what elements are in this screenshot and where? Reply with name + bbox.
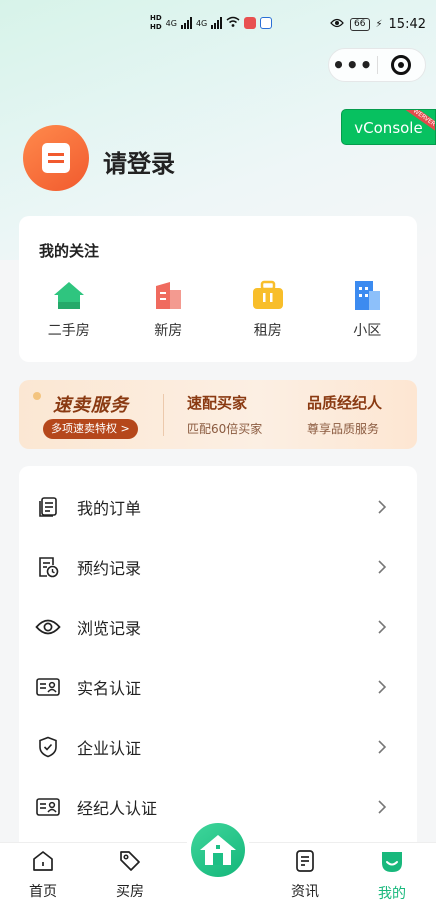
banner-col2-sub: 匹配60倍买家 bbox=[187, 422, 263, 436]
chevron-right-icon bbox=[377, 559, 387, 579]
center-home-button[interactable] bbox=[186, 818, 250, 882]
id-card-icon bbox=[35, 674, 61, 700]
menu-item-label: 经纪人认证 bbox=[77, 799, 158, 818]
vconsole-label: vConsole bbox=[354, 119, 423, 137]
orders-icon bbox=[35, 494, 61, 520]
login-prompt[interactable]: 请登录 bbox=[103, 144, 175, 179]
status-bar: HD HD 4G 4G 66 ⚡ 15:42 bbox=[0, 0, 436, 50]
follow-item-rent[interactable]: 租房 bbox=[218, 278, 318, 340]
tab-home[interactable]: 首页 bbox=[13, 849, 73, 900]
chevron-right-icon bbox=[377, 739, 387, 759]
chevron-right-icon bbox=[377, 619, 387, 639]
agent-card-icon bbox=[35, 794, 61, 820]
chevron-right-icon bbox=[377, 799, 387, 819]
banner-divider bbox=[163, 394, 164, 436]
banner-col3-sub: 尊享品质服务 bbox=[307, 422, 380, 436]
tab-buy[interactable]: 买房 bbox=[100, 849, 160, 900]
chevron-right-icon bbox=[377, 679, 387, 699]
menu-item-history[interactable]: 浏览记录 bbox=[19, 597, 417, 657]
menu-item-realname[interactable]: 实名认证 bbox=[19, 657, 417, 717]
app-notification-icon-2 bbox=[260, 17, 273, 29]
hd-indicator: HD HD bbox=[150, 14, 162, 31]
eye-icon bbox=[35, 614, 61, 640]
quick-sale-banner[interactable]: 速卖服务 多项速卖特权 > 速配买家 匹配60倍买家 品质经纪人 尊享品质服务 bbox=[19, 380, 417, 449]
menu-item-label: 预约记录 bbox=[77, 559, 142, 578]
follow-item-label: 租房 bbox=[253, 323, 282, 339]
eye-status-icon bbox=[330, 17, 344, 32]
status-time: 15:42 bbox=[388, 17, 426, 32]
follow-card: 我的关注 二手房 新房 租房 小区 bbox=[19, 216, 417, 362]
briefcase-icon bbox=[250, 278, 286, 312]
profile-icon bbox=[379, 849, 405, 879]
tab-news[interactable]: 资讯 bbox=[275, 849, 335, 900]
building-icon bbox=[150, 278, 186, 312]
target-icon bbox=[391, 55, 412, 75]
follow-item-community[interactable]: 小区 bbox=[318, 278, 418, 340]
tab-label: 我的 bbox=[378, 886, 406, 900]
vconsole-button[interactable]: vConsole WERVER bbox=[341, 109, 436, 145]
banner-decoration bbox=[33, 392, 41, 400]
miniprogram-capsule: ••• bbox=[328, 48, 426, 82]
tab-label: 买房 bbox=[116, 884, 144, 900]
banner-col3-title: 品质经纪人 bbox=[307, 394, 383, 412]
community-icon bbox=[349, 278, 385, 312]
tab-mine[interactable]: 我的 bbox=[362, 849, 422, 900]
house-icon bbox=[51, 278, 87, 312]
chevron-right-icon bbox=[377, 499, 387, 519]
signal-icon-2 bbox=[211, 17, 223, 29]
tag-icon bbox=[118, 849, 142, 877]
follow-item-label: 新房 bbox=[154, 323, 183, 339]
tab-label: 首页 bbox=[29, 884, 57, 900]
follow-item-label: 二手房 bbox=[47, 323, 90, 339]
home-icon bbox=[31, 849, 55, 877]
signal-icon bbox=[180, 17, 192, 29]
app-notification-icon bbox=[244, 17, 257, 29]
menu-item-orders[interactable]: 我的订单 bbox=[19, 477, 417, 537]
follow-item-label: 小区 bbox=[353, 323, 382, 339]
follow-item-second-hand[interactable]: 二手房 bbox=[19, 278, 119, 340]
appointment-icon bbox=[35, 554, 61, 580]
center-house-icon bbox=[191, 823, 245, 877]
menu-item-enterprise[interactable]: 企业认证 bbox=[19, 717, 417, 777]
follow-items: 二手房 新房 租房 小区 bbox=[19, 278, 417, 340]
menu-item-label: 浏览记录 bbox=[77, 619, 142, 638]
news-icon bbox=[293, 849, 317, 877]
follow-title: 我的关注 bbox=[39, 242, 100, 260]
menu-item-label: 实名认证 bbox=[77, 679, 142, 698]
more-dots-icon[interactable]: ••• bbox=[329, 48, 377, 82]
menu-item-label: 我的订单 bbox=[77, 499, 142, 518]
follow-item-new-house[interactable]: 新房 bbox=[119, 278, 219, 340]
app-logo-icon bbox=[42, 143, 70, 173]
avatar[interactable] bbox=[23, 125, 89, 191]
charging-icon: ⚡ bbox=[375, 19, 383, 30]
menu-card: 我的订单 预约记录 浏览记录 实名认证 企业认证 经纪人认证 bbox=[19, 466, 417, 866]
banner-title: 速卖服务 bbox=[53, 395, 129, 416]
wifi-icon bbox=[226, 16, 240, 30]
menu-item-appointments[interactable]: 预约记录 bbox=[19, 537, 417, 597]
network-label-2: 4G bbox=[195, 18, 208, 28]
shield-icon bbox=[35, 734, 61, 760]
status-left: HD HD 4G 4G bbox=[150, 14, 273, 32]
network-label-1: 4G bbox=[165, 18, 177, 28]
banner-privilege-pill[interactable]: 多项速卖特权 > bbox=[43, 419, 138, 439]
tab-label: 资讯 bbox=[291, 884, 319, 900]
banner-col2-title: 速配买家 bbox=[187, 394, 248, 412]
close-miniprogram-button[interactable] bbox=[377, 55, 425, 75]
battery-level: 66 bbox=[350, 18, 370, 31]
status-right: 66 ⚡ 15:42 bbox=[330, 17, 426, 32]
menu-item-label: 企业认证 bbox=[77, 739, 142, 758]
